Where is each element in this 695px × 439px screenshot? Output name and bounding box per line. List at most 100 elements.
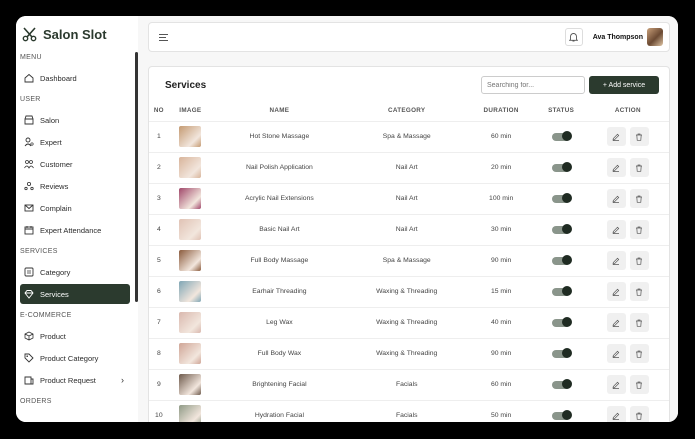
service-name: Leg Wax — [212, 306, 347, 338]
edit-button[interactable] — [606, 375, 626, 394]
sidebar-item-services[interactable]: Services — [20, 284, 130, 304]
service-category: Waxing & Threading — [346, 337, 467, 369]
reviews-icon — [24, 181, 34, 191]
service-duration: 40 min — [466, 306, 536, 338]
status-cell — [535, 306, 587, 338]
edit-button[interactable] — [606, 127, 626, 146]
delete-button[interactable] — [629, 406, 649, 422]
service-duration: 50 min — [466, 399, 536, 422]
service-category: Facials — [346, 368, 467, 400]
sidebar-item-product-category[interactable]: Product Category — [20, 348, 132, 368]
action-cell — [586, 182, 669, 214]
notification-bell-icon[interactable] — [564, 28, 583, 46]
delete-button[interactable] — [629, 344, 649, 363]
service-name: Basic Nail Art — [212, 213, 347, 245]
sidebar-item-expert-attendance[interactable]: Expert Attendance — [20, 220, 132, 240]
status-cell — [535, 275, 587, 307]
service-thumbnail — [179, 188, 202, 209]
sidebar-item-complain[interactable]: Complain — [20, 198, 132, 218]
status-cell — [535, 337, 587, 369]
service-image-cell — [168, 368, 213, 400]
avatar — [647, 28, 663, 46]
status-toggle[interactable] — [552, 286, 573, 296]
edit-icon — [612, 226, 620, 234]
edit-button[interactable] — [606, 344, 626, 363]
column-header-action: ACTION — [614, 107, 641, 115]
status-cell — [535, 368, 587, 400]
status-toggle[interactable] — [552, 410, 573, 421]
sidebar-item-label: Salon — [40, 115, 60, 125]
add-service-button[interactable]: + Add service — [589, 76, 659, 94]
status-toggle[interactable] — [552, 193, 573, 203]
sidebar-item-product-request[interactable]: Product Request › — [20, 370, 132, 390]
sidebar-item-salon[interactable]: Salon — [20, 110, 132, 130]
row-number: 3 — [149, 182, 169, 214]
delete-button[interactable] — [629, 251, 649, 270]
delete-button[interactable] — [629, 158, 649, 177]
table-row: 6 Earhair Threading Waxing & Threading 1… — [149, 275, 669, 307]
delete-button[interactable] — [629, 282, 649, 301]
action-cell — [586, 368, 669, 400]
status-toggle[interactable] — [552, 348, 573, 358]
sidebar-item-label: Product Category — [40, 353, 99, 363]
column-header-no: NO — [153, 107, 164, 115]
status-toggle[interactable] — [552, 255, 573, 265]
sidebar-section-user: USER — [20, 96, 41, 103]
sidebar-item-reviews[interactable]: Reviews — [20, 176, 132, 196]
delete-button[interactable] — [629, 189, 649, 208]
status-toggle[interactable] — [552, 317, 573, 327]
edit-button[interactable] — [606, 313, 626, 332]
service-name: Full Body Wax — [212, 337, 347, 369]
user-menu[interactable]: Ava Thompson — [593, 28, 663, 46]
row-number: 1 — [149, 120, 169, 152]
table-row: 9 Brightening Facial Facials 60 min — [149, 368, 669, 400]
sidebar-item-customer[interactable]: Customer — [20, 154, 132, 174]
column-header-status: STATUS — [548, 107, 575, 115]
edit-icon — [612, 412, 620, 420]
delete-button[interactable] — [629, 127, 649, 146]
status-toggle[interactable] — [552, 162, 573, 172]
chevron-right-icon[interactable]: › — [121, 375, 124, 385]
row-number: 8 — [149, 337, 169, 369]
edit-button[interactable] — [606, 189, 626, 208]
tag-icon — [24, 353, 34, 363]
sidebar-section-orders: ORDERS — [20, 398, 52, 405]
trash-icon — [636, 412, 643, 420]
logo[interactable]: Salon Slot — [16, 16, 138, 46]
edit-button[interactable] — [606, 251, 626, 270]
service-image-cell — [168, 275, 213, 307]
sidebar-item-category[interactable]: Category — [20, 262, 132, 282]
service-duration: 90 min — [466, 337, 536, 369]
service-name: Hydration Facial — [212, 399, 347, 422]
delete-button[interactable] — [629, 375, 649, 394]
edit-icon — [612, 350, 620, 358]
service-thumbnail — [179, 126, 202, 147]
service-name: Brightening Facial — [212, 368, 347, 400]
row-number: 2 — [149, 151, 169, 183]
menu-toggle-icon[interactable] — [159, 32, 169, 43]
status-toggle[interactable] — [552, 379, 573, 389]
table-row: 10 Hydration Facial Facials 50 min — [149, 399, 669, 422]
trash-icon — [636, 164, 643, 172]
table-row: 7 Leg Wax Waxing & Threading 40 min — [149, 306, 669, 338]
sidebar-item-dashboard[interactable]: Dashboard — [20, 68, 132, 88]
edit-button[interactable] — [606, 220, 626, 239]
app-window: Salon Slot MENU Dashboard USER Salon Expert C… — [16, 16, 678, 422]
sidebar-item-label: Expert — [40, 137, 62, 147]
status-toggle[interactable] — [552, 224, 573, 234]
delete-button[interactable] — [629, 313, 649, 332]
edit-icon — [612, 288, 620, 296]
sidebar-item-expert[interactable]: Expert — [20, 132, 132, 152]
service-duration: 60 min — [466, 120, 536, 152]
edit-button[interactable] — [606, 282, 626, 301]
sidebar-item-label: Services — [40, 289, 69, 299]
sidebar-item-label: Product — [40, 331, 66, 341]
status-toggle[interactable] — [552, 131, 573, 141]
service-image-cell — [168, 244, 213, 276]
delete-button[interactable] — [629, 220, 649, 239]
service-name: Earhair Threading — [212, 275, 347, 307]
edit-button[interactable] — [606, 158, 626, 177]
edit-button[interactable] — [606, 406, 626, 422]
sidebar-item-product[interactable]: Product — [20, 326, 132, 346]
search-input[interactable] — [481, 76, 585, 94]
